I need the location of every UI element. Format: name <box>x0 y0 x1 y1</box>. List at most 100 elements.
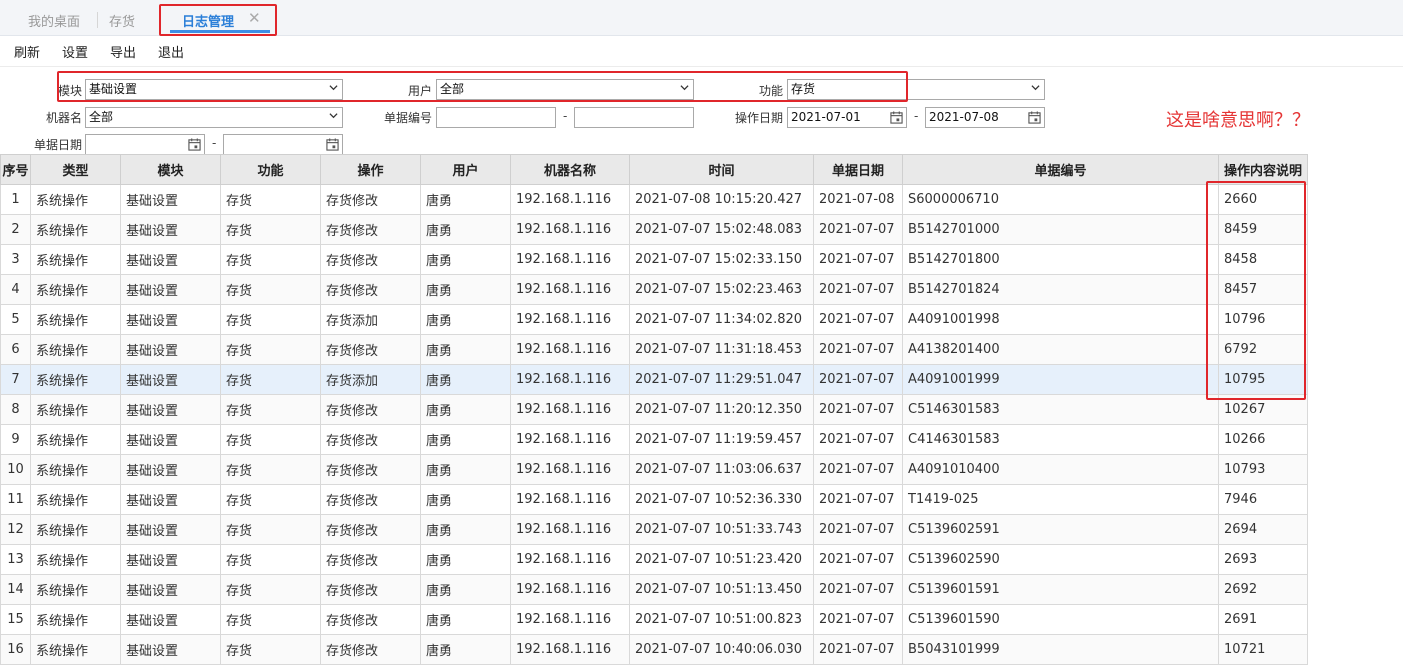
table-cell: 8 <box>0 394 31 425</box>
table-cell: 7946 <box>1218 484 1308 515</box>
table-cell: 存货修改 <box>320 544 421 575</box>
table-cell: 存货 <box>220 184 321 215</box>
table-cell: 基础设置 <box>120 214 221 245</box>
table-cell: 2 <box>0 214 31 245</box>
table-row[interactable]: 8 系统操作 基础设置 存货 存货修改 唐勇 192.168.1.116 2021-07-07… <box>0 394 1308 425</box>
export-button[interactable]: 导出 <box>110 42 136 61</box>
tab-log-management[interactable]: 日志管理 <box>182 11 234 30</box>
table-cell: 192.168.1.116 <box>510 544 630 575</box>
docno-to-input[interactable] <box>574 107 694 128</box>
column-header-index[interactable]: 序号 <box>0 154 31 185</box>
table-cell: B5142701824 <box>902 274 1219 305</box>
table-cell: 存货 <box>220 394 321 425</box>
docdate-to-input[interactable] <box>223 134 343 155</box>
calendar-icon[interactable] <box>1028 111 1041 124</box>
table-row[interactable]: 10 系统操作 基础设置 存货 存货修改 唐勇 192.168.1.116 2021-07-0… <box>0 454 1308 485</box>
column-header-description[interactable]: 操作内容说明 <box>1218 154 1308 185</box>
close-icon[interactable]: ✕ <box>248 9 261 27</box>
opdate-from-input[interactable]: 2021-07-01 <box>787 107 907 128</box>
table-cell: 2021-07-07 <box>813 514 903 545</box>
table-cell: 2021-07-07 <box>813 244 903 275</box>
column-header-user[interactable]: 用户 <box>420 154 511 185</box>
table-cell: 系统操作 <box>30 424 121 455</box>
docno-from-input[interactable] <box>436 107 556 128</box>
table-row[interactable]: 2 系统操作 基础设置 存货 存货修改 唐勇 192.168.1.116 2021-07-07… <box>0 214 1308 245</box>
table-row[interactable]: 6 系统操作 基础设置 存货 存货修改 唐勇 192.168.1.116 2021-07-07… <box>0 334 1308 365</box>
opdate-to-input[interactable]: 2021-07-08 <box>925 107 1045 128</box>
table-row[interactable]: 13 系统操作 基础设置 存货 存货修改 唐勇 192.168.1.116 2021-07-0… <box>0 544 1308 575</box>
table-cell: C5139602590 <box>902 544 1219 575</box>
column-header-type[interactable]: 类型 <box>30 154 121 185</box>
column-header-operation[interactable]: 操作 <box>320 154 421 185</box>
annotation-question: 这是啥意思啊？？ <box>1166 110 1310 131</box>
table-cell: 192.168.1.116 <box>510 184 630 215</box>
table-row[interactable]: 14 系统操作 基础设置 存货 存货修改 唐勇 192.168.1.116 2021-07-0… <box>0 574 1308 605</box>
table-cell: 2021-07-07 10:51:23.420 <box>629 544 814 575</box>
docdate-from-input[interactable] <box>85 134 205 155</box>
function-label: 功能 <box>758 84 783 98</box>
table-cell: 存货修改 <box>320 214 421 245</box>
column-header-module[interactable]: 模块 <box>120 154 221 185</box>
range-dash: - <box>914 109 919 123</box>
user-select[interactable]: 全部 <box>436 79 694 100</box>
calendar-icon[interactable] <box>890 111 903 124</box>
table-row[interactable]: 11 系统操作 基础设置 存货 存货修改 唐勇 192.168.1.116 2021-07-0… <box>0 484 1308 515</box>
table-cell: 192.168.1.116 <box>510 574 630 605</box>
table-cell: 2693 <box>1218 544 1308 575</box>
exit-button[interactable]: 退出 <box>158 42 184 61</box>
table-cell: 2021-07-07 10:51:33.743 <box>629 514 814 545</box>
tab-my-desktop[interactable]: 我的桌面 <box>28 11 80 30</box>
table-row[interactable]: 7 系统操作 基础设置 存货 存货添加 唐勇 192.168.1.116 2021-07-07… <box>0 364 1308 395</box>
table-cell: 8457 <box>1218 274 1308 305</box>
column-header-machine[interactable]: 机器名称 <box>510 154 630 185</box>
module-select[interactable]: 基础设置 <box>85 79 343 100</box>
table-cell: 基础设置 <box>120 334 221 365</box>
table-cell: 存货修改 <box>320 454 421 485</box>
table-cell: 存货修改 <box>320 514 421 545</box>
machine-value: 全部 <box>89 110 114 124</box>
table-cell: 15 <box>0 604 31 635</box>
table-cell: 2021-07-07 <box>813 454 903 485</box>
table-cell: 系统操作 <box>30 304 121 335</box>
refresh-button[interactable]: 刷新 <box>14 42 40 61</box>
table-cell: 存货 <box>220 214 321 245</box>
table-cell: 2021-07-07 <box>813 574 903 605</box>
table-cell: 基础设置 <box>120 574 221 605</box>
function-select[interactable]: 存货 <box>787 79 1045 100</box>
calendar-icon[interactable] <box>326 138 339 151</box>
column-header-function[interactable]: 功能 <box>220 154 321 185</box>
table-cell: 唐勇 <box>420 304 511 335</box>
column-header-time[interactable]: 时间 <box>629 154 814 185</box>
function-value: 存货 <box>791 82 816 96</box>
column-header-doc-date[interactable]: 单据日期 <box>813 154 903 185</box>
table-row[interactable]: 9 系统操作 基础设置 存货 存货修改 唐勇 192.168.1.116 2021-07-07… <box>0 424 1308 455</box>
docdate-label: 单据日期 <box>33 138 82 152</box>
settings-button[interactable]: 设置 <box>62 42 88 61</box>
table-row[interactable]: 5 系统操作 基础设置 存货 存货添加 唐勇 192.168.1.116 2021-07-07… <box>0 304 1308 335</box>
table-cell: 10796 <box>1218 304 1308 335</box>
table-cell: 192.168.1.116 <box>510 364 630 395</box>
table-cell: 系统操作 <box>30 514 121 545</box>
table-row[interactable]: 4 系统操作 基础设置 存货 存货修改 唐勇 192.168.1.116 2021-07-07… <box>0 274 1308 305</box>
tab-inventory[interactable]: 存货 <box>109 11 135 30</box>
table-cell: 192.168.1.116 <box>510 214 630 245</box>
table-cell: 2021-07-07 10:51:00.823 <box>629 604 814 635</box>
machine-select[interactable]: 全部 <box>85 107 343 128</box>
table-row[interactable]: 12 系统操作 基础设置 存货 存货修改 唐勇 192.168.1.116 2021-07-0… <box>0 514 1308 545</box>
table-cell: 2021-07-07 15:02:23.463 <box>629 274 814 305</box>
table-row[interactable]: 16 系统操作 基础设置 存货 存货修改 唐勇 192.168.1.116 2021-07-0… <box>0 634 1308 665</box>
table-cell: 2021-07-07 <box>813 394 903 425</box>
calendar-icon[interactable] <box>188 138 201 151</box>
table-cell: 10793 <box>1218 454 1308 485</box>
table-cell: B5142701000 <box>902 214 1219 245</box>
table-header-row: 序号 类型 模块 功能 操作 用户 机器名称 时间 单据日期 单据编号 操作内容… <box>0 154 1308 185</box>
table-cell: 基础设置 <box>120 274 221 305</box>
table-row[interactable]: 15 系统操作 基础设置 存货 存货修改 唐勇 192.168.1.116 2021-07-0… <box>0 604 1308 635</box>
table-cell: A4138201400 <box>902 334 1219 365</box>
table-cell: 基础设置 <box>120 484 221 515</box>
column-header-doc-number[interactable]: 单据编号 <box>902 154 1219 185</box>
table-cell: 唐勇 <box>420 454 511 485</box>
table-cell: 2021-07-07 <box>813 604 903 635</box>
table-row[interactable]: 3 系统操作 基础设置 存货 存货修改 唐勇 192.168.1.116 2021-07-07… <box>0 244 1308 275</box>
table-row[interactable]: 1 系统操作 基础设置 存货 存货修改 唐勇 192.168.1.116 2021-07-08… <box>0 184 1308 215</box>
